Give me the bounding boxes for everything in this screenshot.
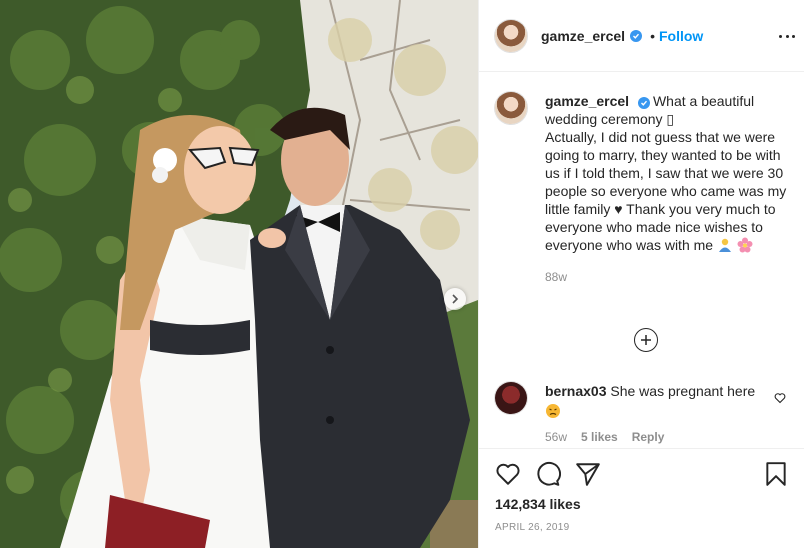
verified-badge-icon <box>630 29 643 42</box>
caption-text: gamze_ercel What a beautiful wedding cer… <box>545 92 791 286</box>
caption-avatar[interactable] <box>495 92 527 124</box>
angry-face-emoji-icon <box>546 404 560 418</box>
commenter-username[interactable]: bernax03 <box>545 383 606 399</box>
next-photo-button[interactable] <box>444 288 466 310</box>
verified-badge-icon <box>637 97 650 109</box>
chevron-right-icon <box>452 294 459 304</box>
box-glyph: ▯ <box>666 111 675 127</box>
heart-glyph: ♥ <box>614 201 623 217</box>
author-username[interactable]: gamze_ercel <box>541 28 625 44</box>
comment-time: 56w <box>545 430 568 444</box>
post-actions: 142,834 likes APRIL 26, 2019 <box>479 448 804 548</box>
heart-outline-icon[interactable] <box>495 461 521 487</box>
plus-circle-icon[interactable] <box>634 328 658 352</box>
comment-content: She was pregnant here <box>610 383 756 399</box>
comment-item: bernax03 She was pregnant here 56w 5 lik… <box>495 382 795 446</box>
post-side-panel: gamze_ercel • Follow gamze_ercel What a … <box>478 0 804 548</box>
caption-timestamp: 88w <box>545 270 568 284</box>
post-header: gamze_ercel • Follow <box>479 0 804 72</box>
separator-dot: • <box>650 27 655 44</box>
more-options-icon[interactable] <box>779 28 795 44</box>
wedding-photo-illustration <box>0 0 478 548</box>
follow-button[interactable]: Follow <box>659 28 703 44</box>
comment-text: bernax03 She was pregnant here 56w 5 lik… <box>545 382 771 446</box>
comment-bubble-icon[interactable] <box>535 461 561 487</box>
people-hugging-emoji-icon <box>718 238 731 252</box>
blossom-emoji-icon <box>737 237 753 253</box>
comment-reply-button[interactable]: Reply <box>632 428 665 446</box>
author-avatar[interactable] <box>495 19 527 52</box>
paper-plane-icon[interactable] <box>575 461 601 487</box>
comment-likes[interactable]: 5 likes <box>581 428 618 446</box>
caption-username[interactable]: gamze_ercel <box>545 93 629 109</box>
likes-count[interactable]: 142,834 likes <box>495 496 581 512</box>
commenter-avatar[interactable] <box>495 382 527 414</box>
post-caption: gamze_ercel What a beautiful wedding cer… <box>495 92 795 286</box>
comment-heart-icon[interactable] <box>774 392 786 404</box>
post-date[interactable]: APRIL 26, 2019 <box>495 522 569 533</box>
comment-meta: 56w 5 likes Reply <box>545 428 771 446</box>
post-photo[interactable] <box>0 0 478 548</box>
bookmark-icon[interactable] <box>763 461 789 487</box>
